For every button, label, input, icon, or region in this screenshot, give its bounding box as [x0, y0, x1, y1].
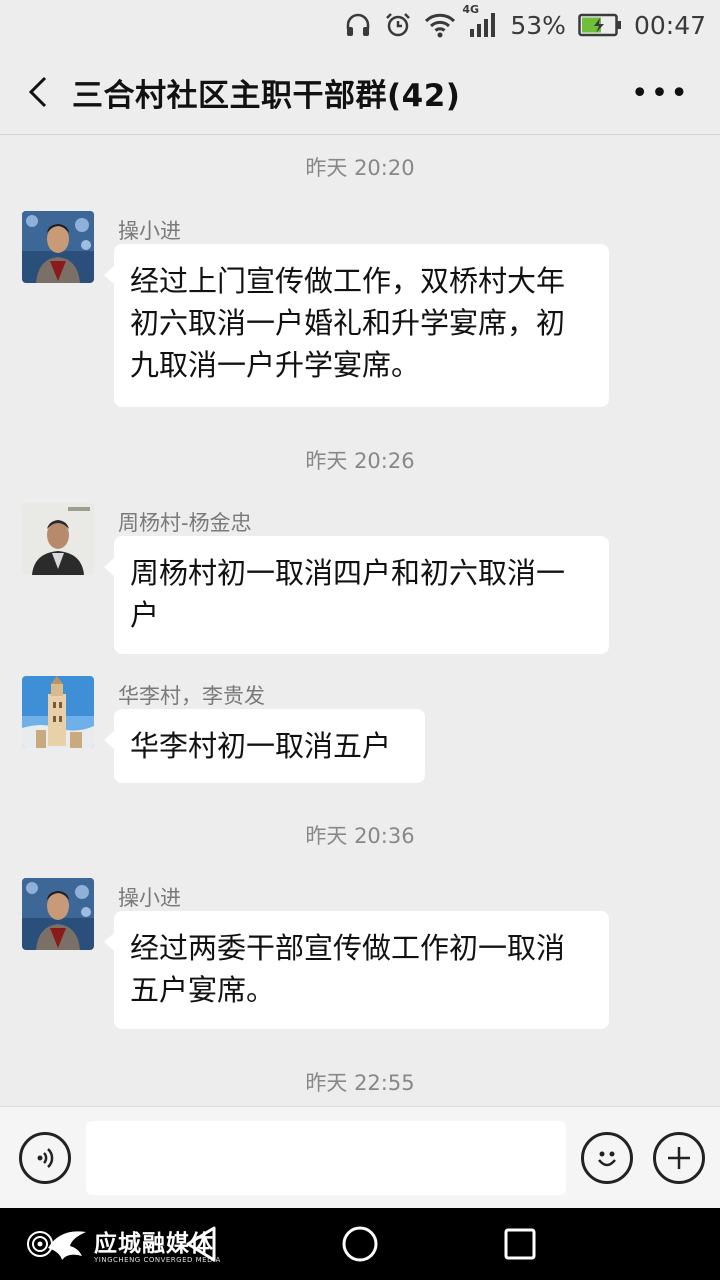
- timestamp: 昨天 22:55: [305, 1071, 415, 1095]
- plus-icon: [668, 1147, 690, 1169]
- nav-home-icon: [342, 1226, 378, 1262]
- status-bar: 4G 53% 00:47: [0, 0, 720, 50]
- back-button[interactable]: [8, 50, 68, 135]
- sender-name: 华李村，李贵发: [118, 684, 265, 708]
- input-bar: [0, 1106, 720, 1209]
- voice-button[interactable]: [19, 1132, 71, 1184]
- battery-charging-icon: [578, 13, 622, 37]
- chat-header: 三合村社区主职干部群(42) •••: [0, 50, 720, 135]
- emoji-button[interactable]: [581, 1132, 633, 1184]
- clock-time: 00:47: [633, 10, 706, 40]
- chevron-left-icon: [28, 76, 47, 108]
- avatar[interactable]: [22, 211, 94, 283]
- sender-name: 操小进: [118, 886, 181, 910]
- media-logo-icon: [27, 1231, 86, 1260]
- more-dots-icon[interactable]: •••: [631, 76, 690, 111]
- message-input[interactable]: [86, 1121, 566, 1195]
- timestamp: 昨天 20:36: [305, 824, 415, 848]
- nav-recents-button[interactable]: [503, 1227, 537, 1261]
- emoji-icon: [598, 1151, 616, 1167]
- message-bubble[interactable]: 经过上门宣传做工作，双桥村大年初六取消一户婚礼和升学宴席，初九取消一户升学宴席。: [104, 244, 609, 407]
- sender-name: 操小进: [118, 219, 181, 243]
- message-bubble[interactable]: 华李村初一取消五户: [104, 709, 425, 783]
- headphones-icon: [344, 11, 372, 39]
- timestamp: 昨天 20:26: [305, 449, 415, 473]
- timestamp: 昨天 20:20: [305, 156, 415, 180]
- avatar[interactable]: [22, 503, 94, 575]
- nav-recents-icon: [504, 1228, 536, 1260]
- wifi-icon: [424, 12, 456, 38]
- network-type: 4G: [462, 3, 480, 16]
- add-button[interactable]: [653, 1132, 705, 1184]
- sender-name: 周杨村-杨金忠: [118, 511, 252, 535]
- avatar[interactable]: [22, 878, 94, 950]
- page-title: 三合村社区主职干部群(42): [72, 77, 461, 114]
- battery-percent: 53%: [510, 10, 566, 40]
- message-bubble[interactable]: 经过两委干部宣传做工作初一取消五户宴席。: [104, 911, 609, 1029]
- nav-back-button[interactable]: [182, 1224, 222, 1264]
- avatar[interactable]: [22, 676, 94, 748]
- alarm-icon: [384, 11, 412, 39]
- message-bubble[interactable]: 周杨村初一取消四户和初六取消一户: [104, 536, 609, 654]
- nav-home-button[interactable]: [341, 1225, 379, 1263]
- nav-back-icon: [186, 1226, 216, 1262]
- voice-icon: [37, 1148, 54, 1168]
- signal-icon: 4G: [462, 3, 498, 39]
- system-nav-bar: 应城融媒体 YINGCHENG CONVERGED MEDIA: [0, 1208, 720, 1280]
